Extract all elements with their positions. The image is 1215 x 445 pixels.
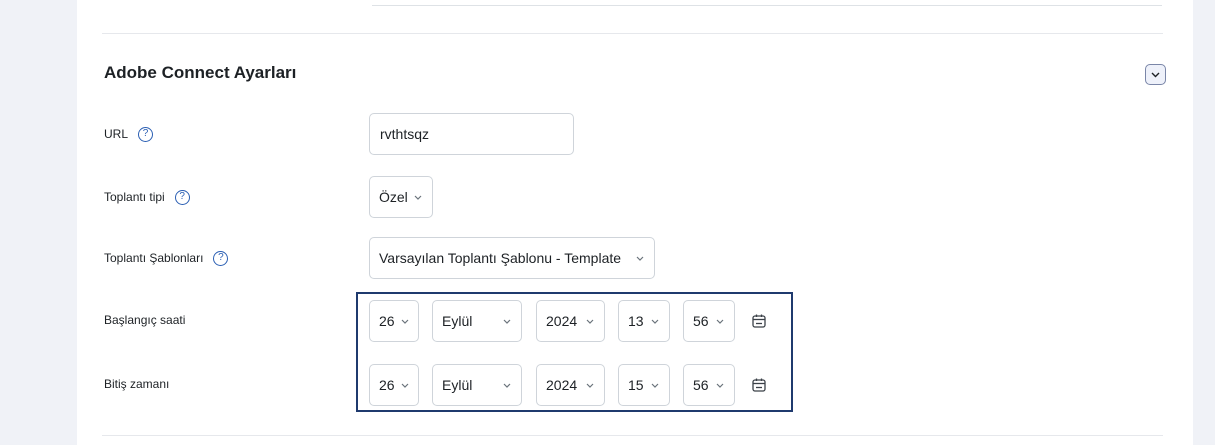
end-day-value: 26 <box>379 377 395 393</box>
meeting-type-value: Özel <box>379 189 408 205</box>
start-month-value: Eylül <box>442 313 473 329</box>
meeting-templates-label-row: Toplantı Şablonları ? <box>104 248 229 268</box>
start-minute-value: 56 <box>693 313 709 329</box>
end-hour-value: 15 <box>628 377 644 393</box>
chevron-down-icon <box>715 316 725 326</box>
end-month-value: Eylül <box>442 377 473 393</box>
calendar-icon[interactable] <box>751 377 767 393</box>
chevron-down-icon <box>401 380 409 390</box>
collapse-section-button[interactable] <box>1145 64 1166 85</box>
question-circle-icon[interactable]: ? <box>174 189 190 205</box>
calendar-icon[interactable] <box>751 313 767 329</box>
url-label: URL <box>104 127 129 141</box>
start-minute-select[interactable]: 56 <box>683 300 735 342</box>
chevron-down-icon <box>650 316 660 326</box>
chevron-down-icon <box>401 316 409 326</box>
chevron-down-icon <box>414 192 423 202</box>
start-day-value: 26 <box>379 313 395 329</box>
meeting-type-select[interactable]: Özel <box>369 176 433 218</box>
start-hour-value: 13 <box>628 313 644 329</box>
meeting-templates-label: Toplantı Şablonları <box>104 251 204 265</box>
meeting-templates-value: Varsayılan Toplantı Şablonu - Template <box>379 250 622 266</box>
chevron-down-icon <box>502 380 512 390</box>
chevron-down-icon <box>1151 72 1160 77</box>
chevron-down-icon <box>585 380 595 390</box>
section-divider-bottom <box>102 435 1163 436</box>
start-year-select[interactable]: 2024 <box>536 300 605 342</box>
end-month-select[interactable]: Eylül <box>432 364 522 406</box>
chevron-down-icon <box>650 380 660 390</box>
start-day-select[interactable]: 26 <box>369 300 419 342</box>
start-month-select[interactable]: Eylül <box>432 300 522 342</box>
start-year-value: 2024 <box>546 313 578 329</box>
start-hour-select[interactable]: 13 <box>618 300 670 342</box>
section-title: Adobe Connect Ayarları <box>104 63 297 82</box>
start-time-label-row: Başlangıç saati <box>104 310 185 330</box>
settings-card: Adobe Connect Ayarları URL ? rvthtsqz To… <box>77 0 1193 445</box>
question-circle-icon[interactable]: ? <box>138 126 154 142</box>
end-hour-select[interactable]: 15 <box>618 364 670 406</box>
end-day-select[interactable]: 26 <box>369 364 419 406</box>
url-input[interactable]: rvthtsqz <box>369 113 574 155</box>
question-circle-icon[interactable]: ? <box>213 250 229 266</box>
previous-field-bottom <box>372 0 1162 6</box>
meeting-templates-select[interactable]: Varsayılan Toplantı Şablonu - Template <box>369 237 655 279</box>
url-label-row: URL ? <box>104 124 154 144</box>
chevron-down-icon <box>585 316 595 326</box>
section-divider-top <box>102 33 1163 34</box>
end-year-value: 2024 <box>546 377 578 393</box>
end-minute-select[interactable]: 56 <box>683 364 735 406</box>
end-time-label-row: Bitiş zamanı <box>104 374 169 394</box>
end-time-label: Bitiş zamanı <box>104 377 170 391</box>
chevron-down-icon <box>502 316 512 326</box>
chevron-down-icon <box>715 380 725 390</box>
chevron-down-icon <box>635 253 645 263</box>
meeting-type-label: Toplantı tipi <box>104 190 165 204</box>
end-year-select[interactable]: 2024 <box>536 364 605 406</box>
start-time-label: Başlangıç saati <box>104 313 186 327</box>
meeting-type-label-row: Toplantı tipi ? <box>104 187 190 207</box>
end-minute-value: 56 <box>693 377 709 393</box>
